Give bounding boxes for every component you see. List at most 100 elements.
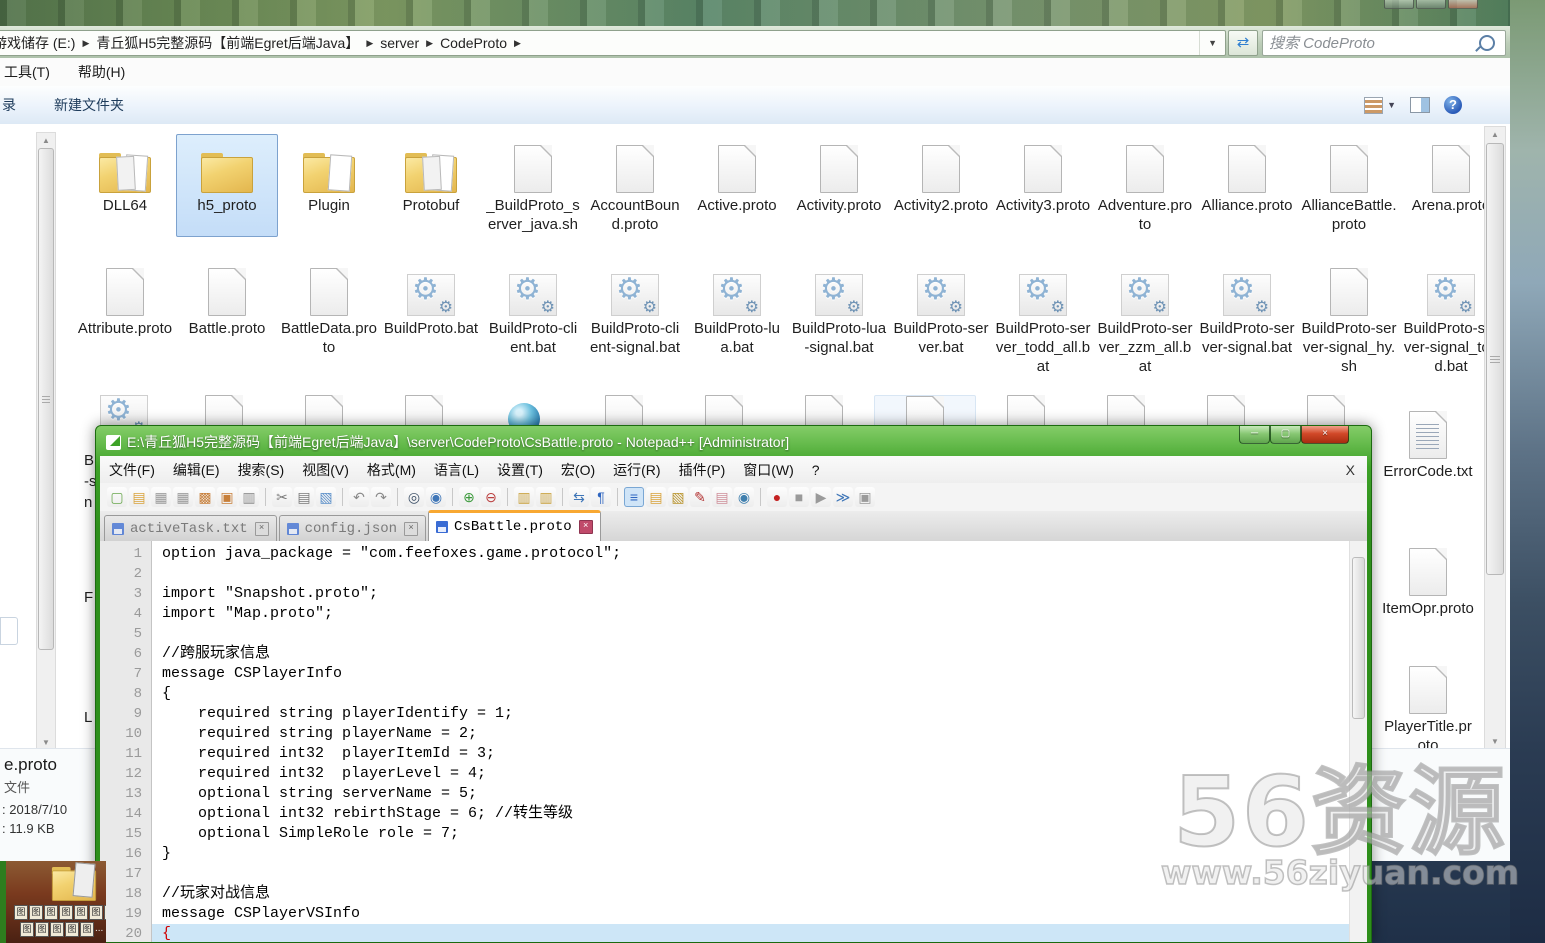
indent-guide-icon[interactable]: ≡ [624, 487, 644, 507]
show-all-chars-icon[interactable]: ¶ [591, 487, 611, 507]
macro-stop-icon[interactable]: ■ [789, 487, 809, 507]
menu-item[interactable]: 语言(L) [425, 460, 488, 480]
open-file-icon[interactable]: ▤ [129, 487, 149, 507]
file-item[interactable]: BuildProto-server-signal.bat [1196, 257, 1298, 379]
menu-item[interactable]: 宏(O) [552, 460, 604, 480]
burn-button-partial[interactable]: 录 [2, 95, 16, 115]
file-item[interactable]: Adventure.proto [1094, 134, 1196, 237]
notepad-maximize-button[interactable]: ▢ [1270, 426, 1301, 444]
tab-close-icon[interactable]: × [404, 522, 418, 536]
breadcrumb-item[interactable]: 青丘狐H5完整源码【前端Egret后端Java】 [92, 33, 363, 53]
menu-item[interactable]: 工具(T) [0, 62, 60, 82]
paste-icon[interactable]: ▧ [316, 487, 336, 507]
tab-activeTask.txt[interactable]: activeTask.txt× [104, 515, 277, 541]
file-item[interactable]: Active.proto [686, 134, 788, 237]
file-item[interactable]: Battle.proto [176, 257, 278, 379]
menu-item[interactable]: 格式(M) [358, 460, 425, 480]
file-item[interactable]: Alliance.proto [1196, 134, 1298, 237]
breadcrumb-item[interactable]: 游戏储存 (E:) [0, 33, 79, 53]
breadcrumb[interactable]: 游戏储存 (E:)▶青丘狐H5完整源码【前端Egret后端Java】▶serve… [0, 30, 1226, 56]
file-item[interactable]: PlayerTitle.proto [1377, 655, 1479, 758]
menu-item[interactable]: 文件(F) [100, 460, 164, 480]
tab-close-icon[interactable]: × [579, 520, 593, 534]
macro-run-multi-icon[interactable]: ≫ [833, 487, 853, 507]
file-item[interactable]: BuildProto-client.bat [482, 257, 584, 379]
refresh-button[interactable]: ⇄ [1228, 30, 1258, 56]
find-icon[interactable]: ◎ [404, 487, 424, 507]
view-options-button[interactable]: ▼ [1364, 97, 1396, 114]
file-item[interactable]: BuildProto-lua.bat [686, 257, 788, 379]
search-input[interactable] [1263, 35, 1479, 52]
file-item[interactable]: AccountBound.proto [584, 134, 686, 237]
preview-pane-button[interactable] [1410, 97, 1430, 113]
macro-play-icon[interactable]: ▶ [811, 487, 831, 507]
zoom-in-icon[interactable]: ⊕ [459, 487, 479, 507]
tab-close-icon[interactable]: × [255, 522, 269, 536]
undo-icon[interactable]: ↶ [349, 487, 369, 507]
file-item[interactable]: _BuildProto_server_java.sh [482, 134, 584, 237]
sync-vertical-icon[interactable]: ▥ [514, 487, 534, 507]
file-item[interactable]: BuildProto-lua-signal.bat [788, 257, 890, 379]
file-item[interactable]: Protobuf [380, 134, 482, 237]
tab-CsBattle.proto[interactable]: CsBattle.proto× [428, 510, 601, 541]
breadcrumb-item[interactable]: server [376, 35, 423, 51]
sync-horizontal-icon[interactable]: ▥ [536, 487, 556, 507]
copy-icon[interactable]: ▤ [294, 487, 314, 507]
new-file-icon[interactable]: ▢ [107, 487, 127, 507]
doc-monitor-icon[interactable]: ◉ [734, 487, 754, 507]
notepad-minimize-button[interactable]: ─ [1239, 426, 1270, 444]
print-icon[interactable]: ▥ [239, 487, 259, 507]
menu-item[interactable]: 窗口(W) [734, 460, 803, 480]
file-item[interactable]: ErrorCode.txt [1377, 400, 1479, 484]
file-list-scrollbar[interactable]: ▲ ▼ [1484, 126, 1506, 750]
cut-icon[interactable]: ✂ [272, 487, 292, 507]
close-file-icon[interactable]: ▣ [217, 487, 237, 507]
scroll-down-icon[interactable]: ▼ [1485, 734, 1505, 749]
save-as-icon[interactable]: ▦ [173, 487, 193, 507]
help-button[interactable]: ? [1444, 96, 1462, 114]
save-all-icon[interactable]: ▩ [195, 487, 215, 507]
menu-item[interactable]: 插件(P) [670, 460, 735, 480]
file-item[interactable]: BuildProto-client-signal.bat [584, 257, 686, 379]
file-item[interactable]: Activity3.proto [992, 134, 1094, 237]
replace-icon[interactable]: ◉ [426, 487, 446, 507]
file-item[interactable]: AllianceBattle.proto [1298, 134, 1400, 237]
breadcrumb-item[interactable]: CodeProto [436, 35, 511, 51]
save-icon[interactable]: ▦ [151, 487, 171, 507]
menu-item[interactable]: 运行(R) [604, 460, 669, 480]
tab-config.json[interactable]: config.json× [279, 515, 426, 541]
macro-icon[interactable]: ✎ [690, 487, 710, 507]
desktop-folder-shortcut[interactable]: 图图图图图图图 图图图图图... [0, 861, 106, 943]
notepad-titlebar[interactable]: E:\青丘狐H5完整源码【前端Egret后端Java】\server\CodeP… [100, 428, 1367, 456]
file-item[interactable]: BuildProto-server_todd_all.bat [992, 257, 1094, 379]
notepad-close-button[interactable]: × [1301, 426, 1349, 444]
editor-scrollbar[interactable] [1349, 541, 1367, 942]
scroll-up-icon[interactable]: ▲ [37, 133, 55, 148]
new-folder-button[interactable]: 新建文件夹 [54, 95, 124, 115]
file-item[interactable]: BuildProto.bat [380, 257, 482, 379]
file-item[interactable]: Plugin [278, 134, 380, 237]
macro-record-icon[interactable]: ● [767, 487, 787, 507]
close-document-button[interactable]: X [1334, 462, 1367, 478]
function-list-icon[interactable]: ▤ [646, 487, 666, 507]
word-wrap-icon[interactable]: ⇆ [569, 487, 589, 507]
file-item[interactable]: Attribute.proto [74, 257, 176, 379]
navigation-scrollbar[interactable]: ▲ ▼ [36, 132, 56, 751]
redo-icon[interactable]: ↷ [371, 487, 391, 507]
scroll-up-icon[interactable]: ▲ [1485, 127, 1505, 142]
menu-item[interactable]: ? [803, 462, 829, 478]
file-item[interactable]: BuildProto-server.bat [890, 257, 992, 379]
file-item[interactable]: Activity.proto [788, 134, 890, 237]
folder-workspace-icon[interactable]: ▤ [712, 487, 732, 507]
code-editor[interactable]: 1option java_package = "com.feefoxes.gam… [100, 541, 1367, 942]
doc-map-icon[interactable]: ▧ [668, 487, 688, 507]
file-item[interactable]: ItemOpr.proto [1377, 537, 1479, 621]
file-item[interactable]: BuildProto-server_zzm_all.bat [1094, 257, 1196, 379]
macro-save-icon[interactable]: ▣ [855, 487, 875, 507]
menu-item[interactable]: 帮助(H) [68, 62, 135, 82]
file-item[interactable]: Activity2.proto [890, 134, 992, 237]
zoom-out-icon[interactable]: ⊖ [481, 487, 501, 507]
breadcrumb-dropdown-icon[interactable]: ▼ [1199, 31, 1225, 55]
file-item[interactable]: DLL64 [74, 134, 176, 237]
menu-item[interactable]: 搜索(S) [229, 460, 294, 480]
